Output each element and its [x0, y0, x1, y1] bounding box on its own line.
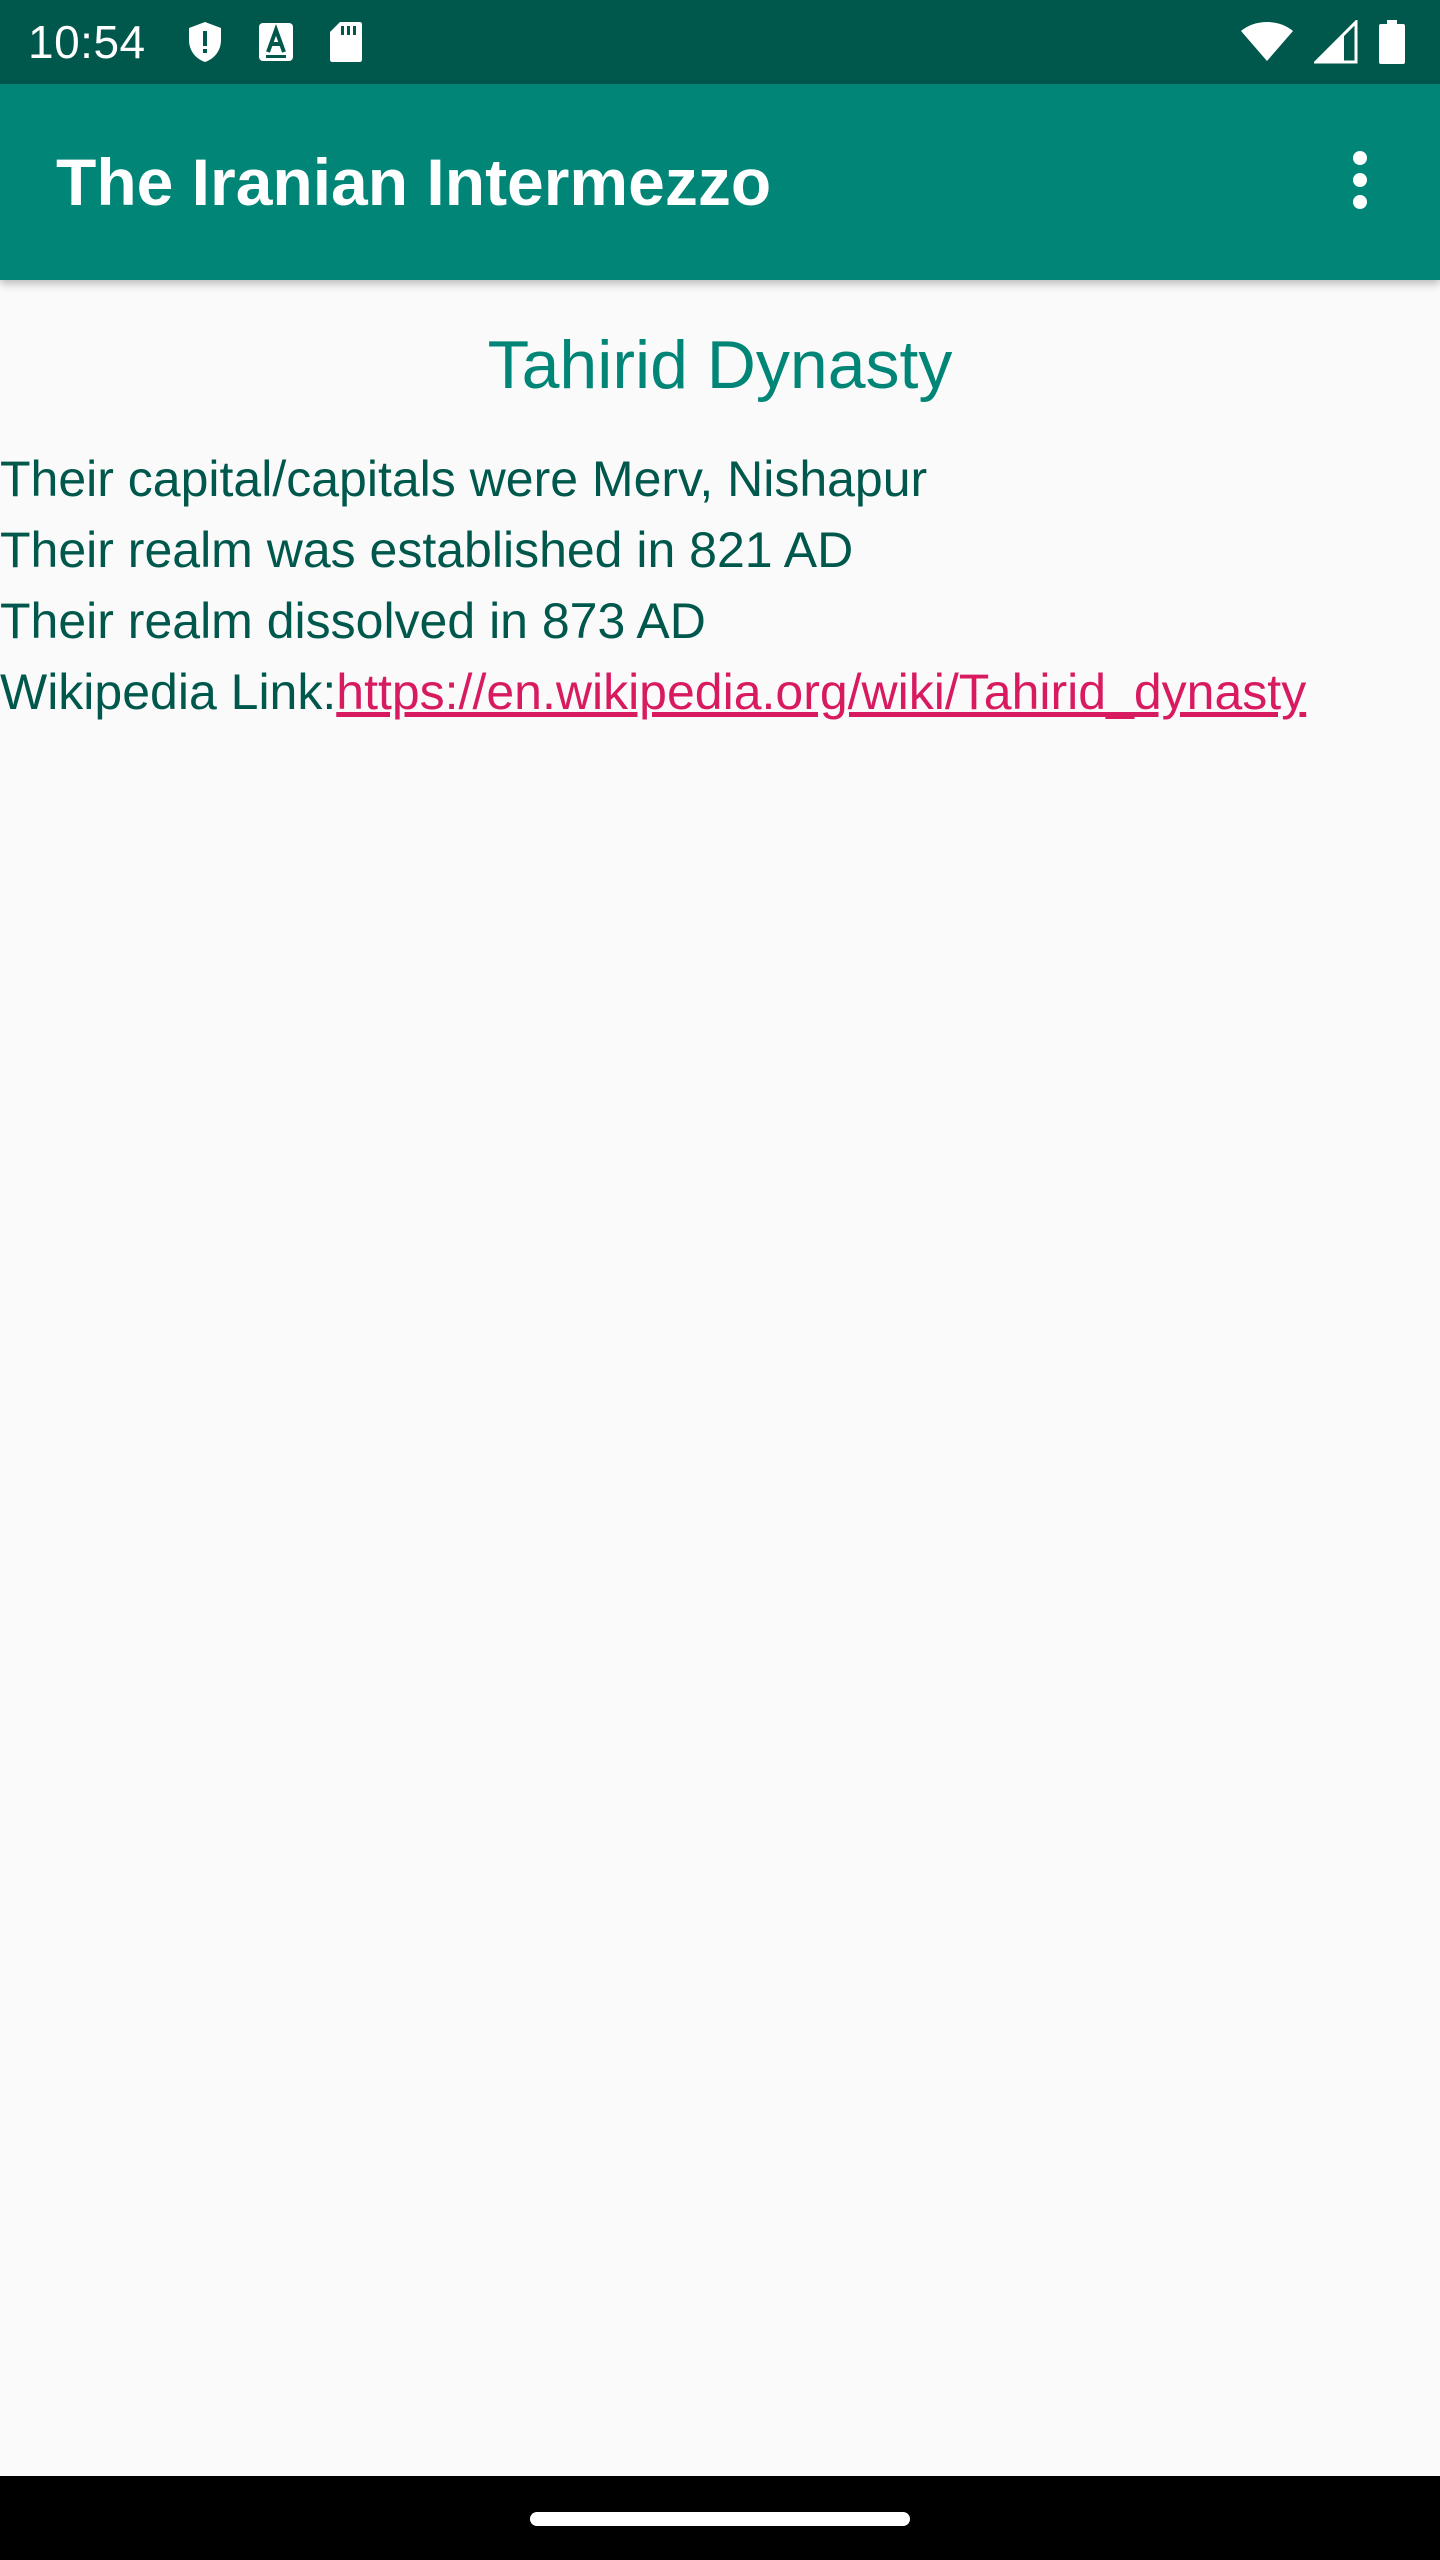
status-bar: 10:54	[0, 0, 1440, 84]
battery-icon	[1378, 19, 1406, 65]
status-time: 10:54	[28, 16, 146, 68]
dynasty-info: Their capital/capitals were Merv, Nishap…	[0, 444, 1440, 728]
status-icons-left	[186, 18, 364, 66]
more-vert-icon	[1350, 150, 1370, 215]
capitals-text: Their capital/capitals were Merv, Nishap…	[0, 451, 928, 507]
font-a-icon	[258, 22, 294, 62]
dynasty-title: Tahirid Dynasty	[487, 327, 953, 403]
wifi-icon	[1240, 21, 1294, 63]
more-options-button[interactable]	[1320, 142, 1400, 222]
app-bar: The Iranian Intermezzo	[0, 84, 1440, 280]
wikipedia-row: Wikipedia Link:https://en.wikipedia.org/…	[0, 657, 1440, 728]
shield-icon	[186, 20, 224, 64]
established-text: Their realm was established in 821 AD	[0, 522, 854, 578]
app-title: The Iranian Intermezzo	[56, 145, 772, 219]
home-gesture-handle[interactable]	[530, 2512, 910, 2526]
sd-card-icon	[328, 20, 364, 64]
wikipedia-label: Wikipedia Link:	[0, 664, 337, 720]
signal-icon	[1314, 20, 1358, 64]
content-area: Tahirid Dynasty Their capital/capitals w…	[0, 280, 1440, 2476]
wikipedia-link[interactable]: https://en.wikipedia.org/wiki/Tahirid_dy…	[336, 664, 1306, 720]
navigation-bar	[0, 2476, 1440, 2560]
status-icons-right	[1240, 18, 1406, 66]
dissolved-text: Their realm dissolved in 873 AD	[0, 593, 706, 649]
